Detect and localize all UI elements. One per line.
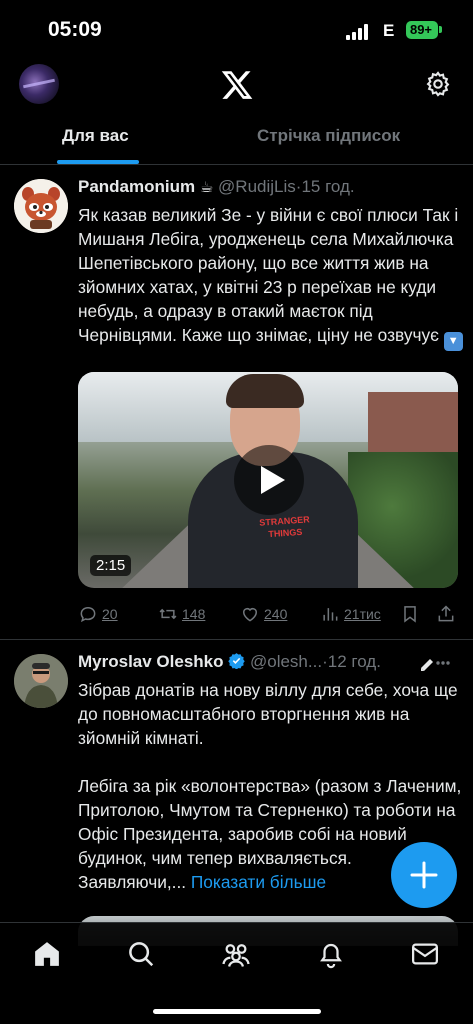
reply-count: 20 — [102, 606, 118, 622]
views-icon — [323, 608, 338, 621]
retweet-icon — [159, 608, 177, 620]
tweet-text: Як казав великий Зе - у війни є свої плю… — [78, 203, 463, 351]
red-panda-icon — [14, 179, 68, 233]
tweet-paragraph: Зібрав донатів на нову віллу для себе, х… — [78, 680, 458, 748]
plus-icon — [410, 861, 438, 889]
views-button[interactable]: 21тис — [320, 602, 381, 626]
reply-button[interactable]: 20 — [78, 602, 118, 626]
communities-icon[interactable] — [221, 939, 251, 969]
tweet[interactable]: Pandamonium ☕ @RudijLis·15 год. Як казав… — [0, 165, 473, 640]
battery-icon: 89+ — [406, 21, 438, 39]
tab-following[interactable]: Стрічка підписок — [257, 126, 400, 146]
tweet-time[interactable]: 15 год. — [301, 177, 354, 196]
tab-for-you[interactable]: Для вас — [62, 126, 129, 146]
compose-button[interactable] — [391, 842, 457, 908]
views-count: 21тис — [344, 606, 381, 622]
heart-icon — [243, 608, 257, 622]
bell-icon[interactable] — [316, 939, 346, 969]
bookmark-button[interactable] — [400, 602, 424, 626]
tweet-time[interactable]: 12 год. — [328, 652, 381, 671]
status-bar: 05:09 E 89+ — [0, 0, 473, 60]
avatar[interactable] — [14, 654, 68, 708]
app-header — [0, 60, 473, 110]
profile-avatar[interactable] — [19, 64, 59, 104]
user-photo-icon — [14, 654, 68, 708]
coffee-icon: ☕ — [199, 179, 214, 196]
status-time: 05:09 — [48, 18, 102, 41]
retweet-button[interactable]: 148 — [158, 602, 205, 626]
home-icon[interactable] — [32, 939, 62, 969]
like-count: 240 — [264, 606, 288, 622]
show-more-link[interactable]: Показати більше — [191, 872, 326, 892]
down-arrow-icon: ▼ — [443, 332, 463, 351]
search-icon[interactable] — [126, 939, 156, 969]
gear-icon[interactable] — [424, 70, 452, 98]
tab-active-indicator — [57, 160, 139, 164]
author-handle[interactable]: @RudijLis — [218, 177, 296, 196]
tweet-body: Як казав великий Зе - у війни є свої плю… — [78, 205, 459, 345]
play-button[interactable] — [234, 445, 304, 515]
reply-icon — [80, 606, 96, 623]
share-button[interactable] — [436, 602, 460, 626]
envelope-icon[interactable] — [410, 939, 440, 969]
tweet-paragraph: Заявляючи,... — [78, 872, 187, 892]
tweet-header: Myroslav Oleshko @olesh...·12 год. — [78, 652, 381, 672]
timeline-tabs: Для вас Стрічка підписок — [0, 112, 473, 165]
video-hair — [226, 374, 304, 408]
home-indicator — [153, 1009, 321, 1014]
signal-icon — [346, 24, 372, 40]
verified-badge-icon — [228, 653, 245, 669]
battery-cap — [439, 26, 442, 33]
carrier-label: E — [383, 21, 395, 40]
like-button[interactable]: 240 — [240, 602, 287, 626]
tweet-header: Pandamonium ☕ @RudijLis·15 год. — [78, 177, 355, 197]
battery-level: 89+ — [409, 22, 433, 37]
share-icon — [438, 605, 454, 622]
retweet-count: 148 — [182, 606, 206, 622]
video-duration: 2:15 — [90, 555, 132, 576]
bookmark-icon — [404, 606, 416, 623]
x-logo-icon — [221, 71, 253, 99]
play-icon — [261, 466, 285, 494]
grok-actions-icon[interactable] — [418, 652, 450, 674]
author-handle[interactable]: @olesh... — [250, 652, 322, 671]
tweet-actions: 20 148 240 21тис — [78, 602, 463, 626]
author-name[interactable]: Myroslav Oleshko — [78, 652, 224, 671]
author-name[interactable]: Pandamonium — [78, 177, 195, 196]
shirt-print: STRANGER THINGS — [258, 514, 311, 540]
screen: 05:09 E 89+ Для вас Стрічка підписок Pan… — [0, 0, 473, 1024]
avatar[interactable] — [14, 179, 68, 233]
bottom-navigation — [0, 922, 473, 1024]
video-player[interactable]: STRANGER THINGS 2:15 — [78, 372, 458, 588]
